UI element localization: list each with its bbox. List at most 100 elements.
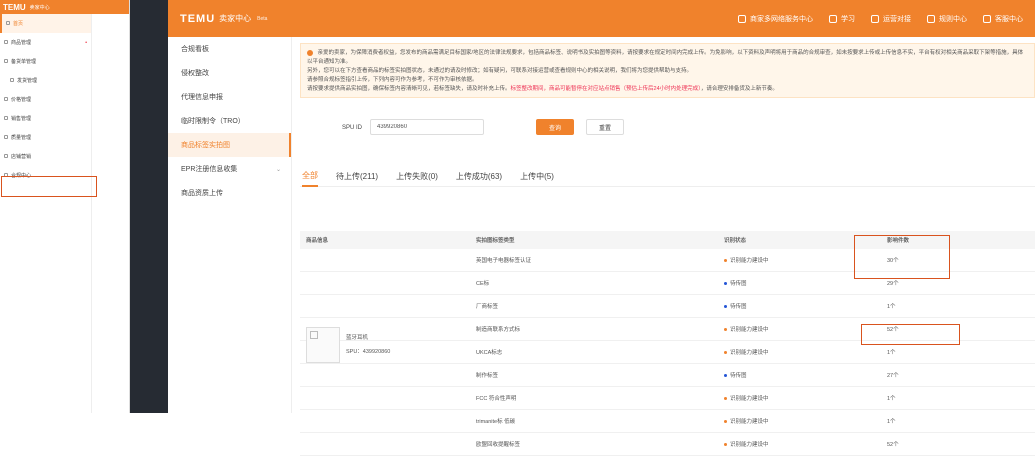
sidebar-item[interactable]: EPR注册信息收集 ⌄ — [168, 157, 291, 181]
row-recognition-state: 待传图 — [718, 302, 881, 310]
sidebar-item-label: 侵权整改 — [181, 70, 209, 77]
status-tab[interactable]: 上传成功(63) — [456, 165, 502, 187]
top-link[interactable]: 运营对接 — [871, 14, 911, 24]
row-label-type: 制造商联系方式标 — [476, 327, 521, 333]
search-panel: SPU ID 查询 重置 — [300, 107, 1035, 157]
row-label-type: 欧盟回收提醒标签 — [476, 442, 521, 448]
top-link-label: 规则中心 — [939, 15, 967, 23]
top-link[interactable]: 规则中心 — [927, 14, 967, 24]
link-icon — [983, 14, 991, 23]
background-sidebar-item[interactable]: 发货管理 — [0, 71, 91, 90]
sidebar-item-label: 商品资质上传 — [181, 190, 223, 197]
highlight-box-production-label — [861, 324, 960, 345]
background-sidebar-item-label: 商品管理 — [11, 40, 32, 46]
background-sidebar-item-label: 质量管理 — [11, 135, 32, 141]
top-links: 商家多网络服务中心 学习 运营对接 规则中心 客服中心 — [738, 14, 1023, 24]
status-text: 识别能力建设中 — [730, 327, 769, 333]
sidebar-item[interactable]: 合规看板 — [168, 37, 291, 61]
brand-logo[interactable]: TEMU — [180, 13, 215, 25]
background-sidebar-item-left: 销售管理 — [4, 115, 31, 122]
background-sidebar-item-label: 店铺营销 — [11, 154, 32, 160]
background-sidebar-item-label: 销售管理 — [11, 116, 32, 122]
row-affected-count: 27个 — [887, 373, 899, 379]
notice-line-1: 亲爱的卖家，为保障消费者权益，您发布的商品需满足目标国家/地区的法律法规要求，包… — [307, 50, 1024, 65]
status-dot-icon — [724, 373, 727, 377]
header-product-info: 商品信息 — [306, 238, 329, 244]
row-recognition-state: 识别能力建设中 — [718, 394, 881, 402]
link-icon — [829, 14, 837, 23]
sidebar-item[interactable]: 商品资质上传 — [168, 181, 291, 205]
background-sidebar-item[interactable]: 价格管理 — [0, 90, 91, 109]
top-link-label: 商家多网络服务中心 — [750, 15, 813, 23]
sidebar-item-label: 合规看板 — [181, 46, 209, 53]
sidebar-item[interactable]: 侵权整改 — [168, 61, 291, 85]
menu-icon — [4, 116, 8, 120]
product-meta: 蓝牙耳机 SPU：439920860 — [346, 327, 390, 367]
background-sidebar-item[interactable]: 销售管理 — [0, 109, 91, 128]
background-sidebar-item[interactable]: 质量管理 — [0, 128, 91, 147]
background-sidebar-item[interactable]: 备货单管理 — [0, 52, 91, 71]
product-spu: SPU：439920860 — [346, 349, 391, 355]
product-name: 蓝牙耳机 — [346, 335, 369, 341]
product-cell: 蓝牙耳机 SPU：439920860 — [306, 327, 466, 367]
table-row: 厂商标签 待传图 1个 — [300, 295, 1035, 318]
sidebar-item[interactable]: 商品标签实拍图 — [168, 133, 291, 157]
beta-badge: Beta — [257, 15, 268, 22]
status-dot-icon — [724, 327, 727, 331]
notice-line-3: 请参照合规标签指引上传，下列内容可作为参考，不可作为审核依据。 — [307, 77, 478, 83]
row-recognition-state: 识别能力建设中 — [718, 417, 881, 425]
top-link[interactable]: 学习 — [829, 14, 855, 24]
background-sidebar-item[interactable]: 首页 — [0, 14, 91, 33]
link-icon — [871, 14, 879, 23]
status-dot-icon — [724, 258, 727, 262]
background-sidebar-item-left: 质量管理 — [4, 134, 31, 141]
sidebar-item-label: EPR注册信息收集 — [181, 166, 238, 173]
sidebar-item-label: 临时限制令（TRO） — [181, 118, 245, 125]
status-tab[interactable]: 待上传(211) — [336, 165, 378, 187]
background-sidebar-item-left: 商品管理 — [4, 39, 31, 46]
top-link[interactable]: 商家多网络服务中心 — [738, 14, 813, 24]
reset-button[interactable]: 重置 — [586, 119, 624, 135]
product-thumbnail[interactable] — [306, 327, 340, 363]
chevron-down-icon: ⌄ — [275, 166, 281, 173]
row-affected-count: 1个 — [887, 304, 896, 310]
row-label-type: FCC 符合性声明 — [476, 396, 517, 402]
content-area: 亲爱的卖家，为保障消费者权益，您发布的商品需满足目标国家/地区的法律法规要求，包… — [296, 37, 1035, 456]
background-brand: TEMU — [3, 2, 26, 12]
sidebar-item[interactable]: 临时限制令（TRO） — [168, 109, 291, 133]
top-link-label: 学习 — [841, 15, 855, 23]
notice-line-4b: ，请合理安排备货及上新节奏。 — [700, 86, 778, 92]
notification-dot-icon: • — [85, 39, 87, 46]
row-affected-count: 1个 — [887, 396, 896, 402]
topbar: TEMU 卖家中心 Beta 商家多网络服务中心 学习 运营对接 规则中心 客服中心 — [168, 0, 1035, 37]
row-product-cell — [300, 295, 470, 318]
row-recognition-state: 识别能力建设中 — [718, 325, 881, 333]
query-button[interactable]: 查询 — [536, 119, 574, 135]
background-sidebar-item[interactable]: 店铺营销 — [0, 147, 91, 166]
status-tab[interactable]: 上传失败(0) — [396, 165, 438, 187]
status-tab[interactable]: 全部 — [302, 165, 318, 187]
sidebar-item[interactable]: 代理信息申报 — [168, 85, 291, 109]
menu-icon — [10, 78, 14, 82]
status-indicator: 待传图 — [724, 302, 881, 310]
top-link[interactable]: 客服中心 — [983, 14, 1023, 24]
background-window: TEMU 卖家中心 首页 商品管理 • 备货单管理 发货管理 价格管理 销售管理 质量管理 店铺… — [0, 0, 130, 413]
status-indicator: 识别能力建设中 — [724, 394, 881, 402]
menu-icon — [4, 135, 8, 139]
spu-input[interactable] — [370, 119, 484, 135]
link-icon — [738, 14, 746, 23]
warning-icon — [307, 49, 313, 56]
status-dot-icon — [724, 442, 727, 446]
background-sidebar-item-left: 备货单管理 — [4, 58, 36, 65]
row-product-cell — [300, 387, 470, 410]
row-product-cell — [300, 249, 470, 272]
header-label-type: 实拍图标签类型 — [476, 238, 515, 244]
status-tab[interactable]: 上传中(5) — [520, 165, 554, 187]
background-sidebar-item[interactable]: 商品管理 • — [0, 33, 91, 52]
table-row: trimanite标 低碳 识别能力建设中 1个 — [300, 410, 1035, 433]
background-sidebar-item-left: 首页 — [6, 20, 23, 27]
background-sidebar-item-label: 备货单管理 — [11, 59, 37, 65]
highlight-box-ce-manufacturer — [854, 235, 950, 279]
main-window: TEMU 卖家中心 Beta 商家多网络服务中心 学习 运营对接 规则中心 客服中心 合… — [168, 0, 1035, 456]
sidebar: 合规看板 侵权整改 代理信息申报 临时限制令（TRO） 商品标签实拍图 EPR注册信息收集… — [168, 37, 292, 413]
